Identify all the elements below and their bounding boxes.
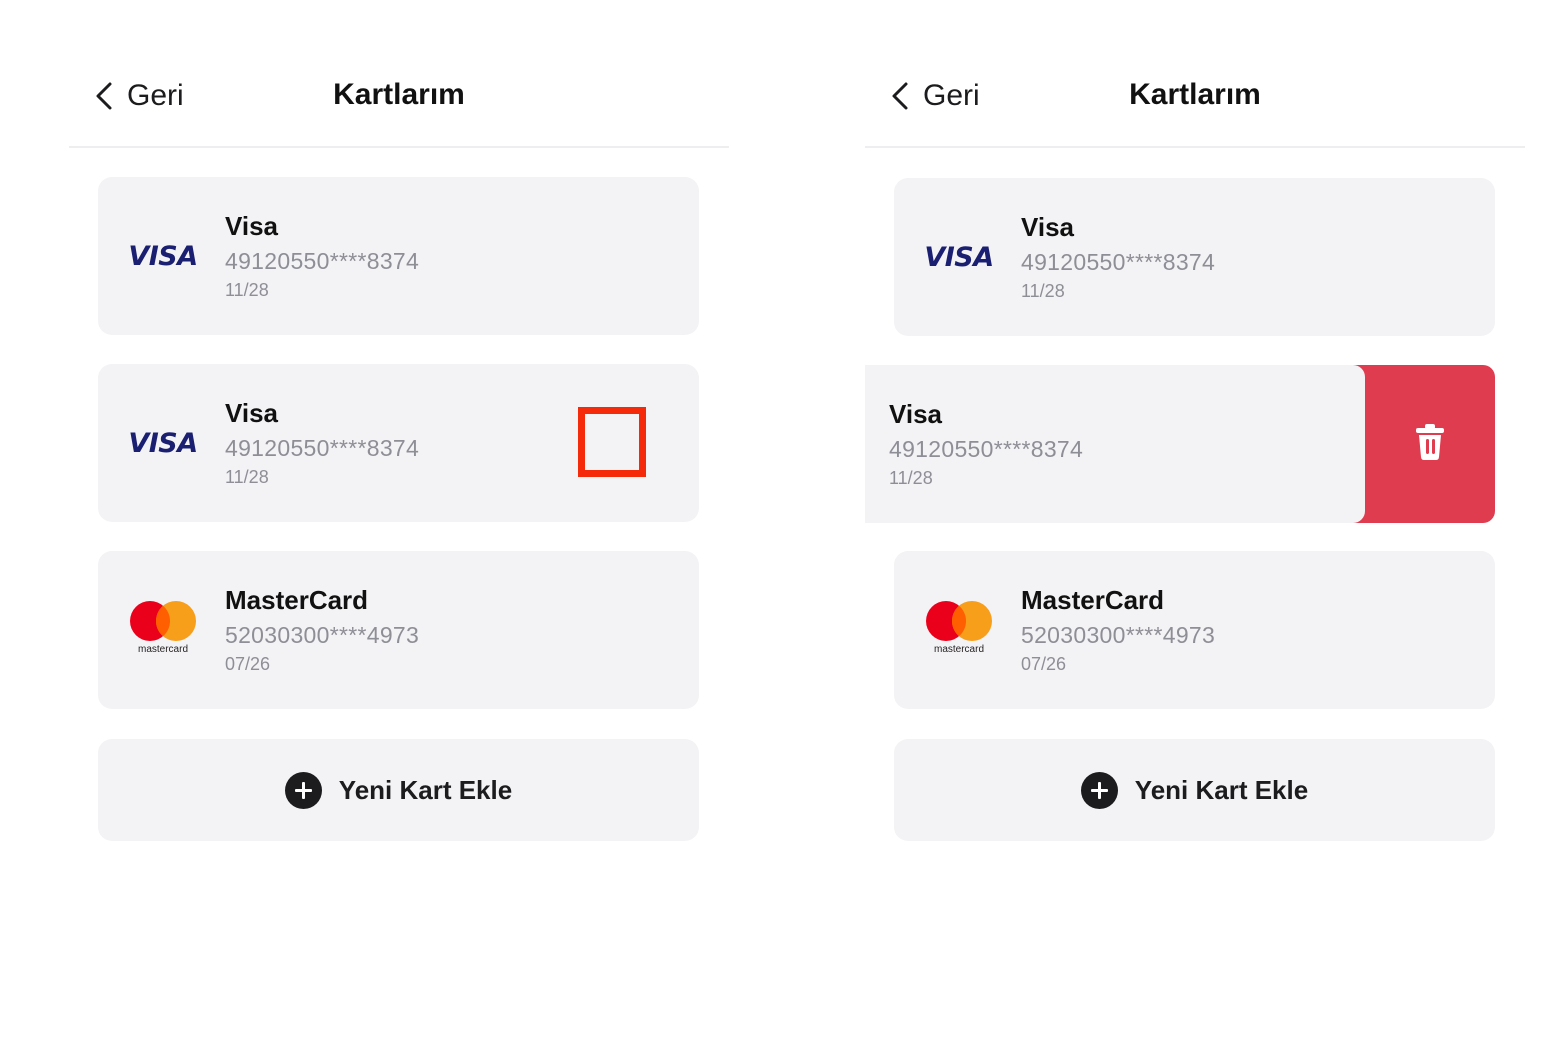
card-brand-name: Visa bbox=[889, 399, 943, 429]
saved-card-item[interactable]: mastercard MasterCard 52030300****4973 0… bbox=[98, 551, 699, 709]
card-expiry: 07/26 bbox=[1021, 654, 1067, 674]
card-number: 52030300****4973 bbox=[1021, 622, 1216, 648]
card-brand-name: MasterCard bbox=[225, 585, 369, 615]
highlight-box[interactable] bbox=[578, 407, 646, 477]
visa-logo: VISA bbox=[128, 427, 198, 459]
swiped-card-row[interactable]: Visa 49120550****8374 11/28 bbox=[865, 365, 1495, 523]
card-list-screen-default: Geri Kartlarım VISA Visa 49120550****837… bbox=[69, 0, 729, 1056]
saved-card-item-swiped[interactable]: Visa 49120550****8374 11/28 bbox=[865, 365, 1365, 523]
mastercard-logo: mastercard bbox=[924, 551, 994, 709]
saved-card-item[interactable]: VISA Visa 49120550****8374 11/28 bbox=[894, 178, 1495, 336]
card-brand-name: Visa bbox=[225, 211, 279, 241]
card-number: 49120550****8374 bbox=[1021, 249, 1216, 275]
visa-logo: VISA bbox=[924, 241, 994, 273]
page-title: Kartlarım bbox=[1129, 78, 1261, 111]
page-title: Kartlarım bbox=[333, 78, 465, 111]
card-number: 49120550****8374 bbox=[225, 435, 420, 461]
card-brand-name: Visa bbox=[225, 398, 279, 428]
nav-header: Geri Kartlarım bbox=[69, 60, 729, 148]
add-new-card-label: Yeni Kart Ekle bbox=[1134, 774, 1309, 805]
nav-header: Geri Kartlarım bbox=[865, 60, 1525, 148]
card-expiry: 07/26 bbox=[225, 654, 271, 674]
plus-circle-icon bbox=[1080, 771, 1118, 809]
mastercard-logo: mastercard bbox=[128, 551, 198, 709]
card-expiry: 11/28 bbox=[889, 468, 933, 488]
add-new-card-button[interactable]: Yeni Kart Ekle bbox=[98, 739, 699, 841]
saved-card-item[interactable]: VISA Visa 49120550****8374 11/28 bbox=[98, 177, 699, 335]
card-expiry: 11/28 bbox=[1021, 281, 1065, 301]
card-brand-name: Visa bbox=[1021, 212, 1075, 242]
saved-card-item[interactable]: VISA Visa 49120550****8374 11/28 bbox=[98, 364, 699, 522]
trash-icon bbox=[1414, 423, 1446, 466]
card-brand-name: MasterCard bbox=[1021, 585, 1165, 615]
mastercard-circles-icon bbox=[926, 601, 992, 641]
visa-logo: VISA bbox=[128, 240, 198, 272]
card-list-screen-swiped: Geri Kartlarım VISA Visa 49120550****837… bbox=[865, 0, 1525, 1056]
mastercard-circles-icon bbox=[130, 601, 196, 641]
add-new-card-label: Yeni Kart Ekle bbox=[338, 774, 513, 805]
card-number: 52030300****4973 bbox=[225, 622, 420, 648]
saved-card-item[interactable]: mastercard MasterCard 52030300****4973 0… bbox=[894, 551, 1495, 709]
add-new-card-button[interactable]: Yeni Kart Ekle bbox=[894, 739, 1495, 841]
card-expiry: 11/28 bbox=[225, 467, 269, 487]
card-number: 49120550****8374 bbox=[889, 436, 1084, 462]
delete-card-button[interactable] bbox=[1351, 365, 1495, 523]
card-number: 49120550****8374 bbox=[225, 248, 420, 274]
card-expiry: 11/28 bbox=[225, 280, 269, 300]
plus-circle-icon bbox=[284, 771, 322, 809]
